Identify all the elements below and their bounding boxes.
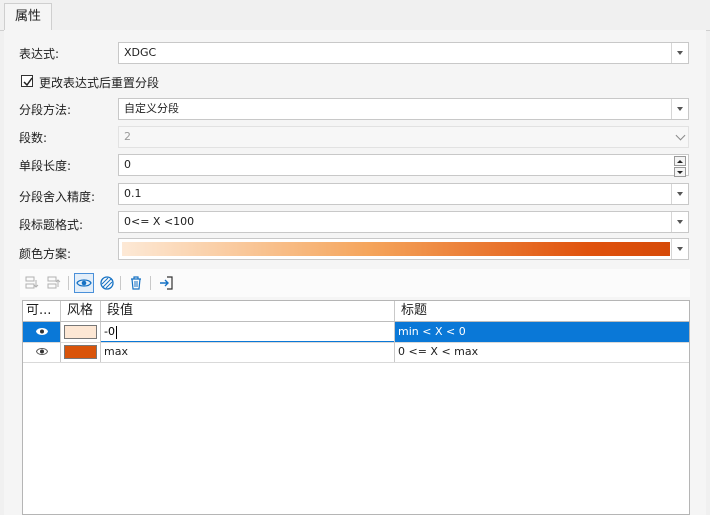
reset-segments-label: 更改表达式后重置分段: [39, 76, 160, 90]
chevron-down-icon[interactable]: [671, 43, 688, 63]
import-icon[interactable]: [156, 273, 176, 293]
chevron-down-icon[interactable]: [671, 212, 688, 232]
title-cell[interactable]: 0 <= X < max: [395, 342, 689, 362]
spin-down-icon[interactable]: [674, 167, 686, 177]
color-swatch[interactable]: [64, 345, 97, 359]
column-header-title[interactable]: 标题: [395, 301, 689, 321]
table-row[interactable]: max 0 <= X < max: [23, 342, 689, 363]
method-combo[interactable]: 自定义分段: [118, 98, 689, 120]
chevron-down-icon: [672, 127, 688, 147]
color-scheme-label: 颜色方案:: [19, 247, 72, 261]
column-header-value[interactable]: 段值: [101, 301, 395, 321]
table-header: 可... 风格 段值 标题: [23, 301, 689, 322]
style-cell[interactable]: [61, 342, 101, 362]
method-label: 分段方法:: [19, 103, 72, 117]
toolbar-separator: [120, 276, 121, 290]
precision-value: 0.1: [124, 187, 142, 200]
length-spinbox[interactable]: 0: [118, 154, 689, 177]
checkmark-icon: [23, 77, 33, 87]
value-text: -0: [104, 325, 115, 338]
toolbar-separator: [68, 276, 69, 290]
column-header-visible[interactable]: 可...: [23, 301, 61, 321]
tab-strip: 属性: [0, 0, 710, 31]
tab-properties[interactable]: 属性: [4, 3, 53, 31]
split-segment-icon[interactable]: [44, 273, 64, 293]
merge-segment-icon[interactable]: [22, 273, 42, 293]
precision-label: 分段舍入精度:: [19, 190, 96, 204]
value-editor[interactable]: -0: [101, 322, 394, 341]
chevron-down-icon[interactable]: [671, 99, 688, 119]
reset-segments-checkbox[interactable]: [21, 75, 33, 87]
title-format-combo[interactable]: 0<= X <100: [118, 211, 689, 233]
length-label: 单段长度:: [19, 159, 72, 173]
count-value: 2: [124, 130, 131, 143]
column-header-style[interactable]: 风格: [61, 301, 101, 321]
value-cell[interactable]: max: [101, 342, 395, 362]
toolbar-separator: [150, 276, 151, 290]
spinner-icon[interactable]: [674, 156, 686, 177]
style-icon[interactable]: [97, 273, 117, 293]
chevron-down-icon[interactable]: [671, 239, 688, 259]
title-format-label: 段标题格式:: [19, 218, 84, 232]
segment-toolbar: [20, 269, 690, 297]
table-row[interactable]: -0 min < X < 0: [23, 322, 689, 343]
color-scheme-combo[interactable]: [118, 238, 689, 260]
expression-combo[interactable]: XDGC: [118, 42, 689, 64]
value-cell[interactable]: -0: [101, 322, 395, 342]
color-ramp-preview: [122, 242, 670, 256]
length-value: 0: [124, 158, 131, 171]
spin-up-icon[interactable]: [674, 156, 686, 166]
expression-value: XDGC: [124, 46, 157, 59]
precision-combo[interactable]: 0.1: [118, 183, 689, 205]
title-cell[interactable]: min < X < 0: [395, 322, 689, 342]
style-cell[interactable]: [61, 322, 101, 342]
segment-table: 可... 风格 段值 标题 -0 min < X < 0 max 0 <= X …: [22, 300, 690, 515]
expression-label: 表达式:: [19, 47, 60, 61]
method-value: 自定义分段: [124, 102, 179, 115]
text-caret: [115, 325, 117, 339]
chevron-down-icon[interactable]: [671, 184, 688, 204]
color-swatch[interactable]: [64, 325, 97, 339]
visibility-icon[interactable]: [74, 273, 94, 293]
eye-icon[interactable]: [36, 327, 48, 336]
visible-cell[interactable]: [23, 342, 61, 362]
count-label: 段数:: [19, 131, 48, 145]
visible-cell[interactable]: [23, 322, 61, 342]
eye-icon[interactable]: [36, 347, 48, 356]
delete-icon[interactable]: [126, 273, 146, 293]
count-combo: 2: [118, 126, 689, 148]
title-format-value: 0<= X <100: [124, 215, 195, 228]
